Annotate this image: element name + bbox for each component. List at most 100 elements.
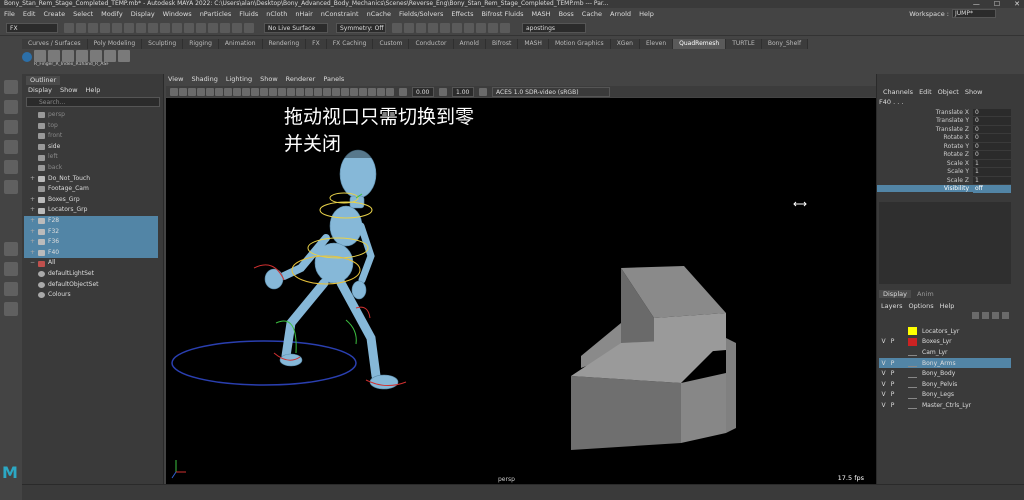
shelf-tab-custom[interactable]: Custom: [373, 39, 410, 49]
close-button[interactable]: ✕: [1014, 0, 1020, 8]
shelf-tab-motion-graphics[interactable]: Motion Graphics: [548, 39, 611, 49]
layer-color-swatch[interactable]: [908, 401, 917, 410]
layer-color-swatch[interactable]: [908, 391, 917, 399]
snap-point-icon[interactable]: [196, 23, 206, 33]
outliner-layout-icon[interactable]: [4, 282, 18, 296]
expand-toggle-icon[interactable]: +: [30, 195, 38, 206]
menu-modify[interactable]: Modify: [97, 10, 127, 18]
outliner-item[interactable]: defaultLightSet: [24, 269, 158, 280]
screen-space-ao-icon[interactable]: [323, 87, 331, 96]
shelf-button-icon[interactable]: [118, 50, 130, 62]
wireframe-icon[interactable]: [269, 87, 277, 96]
gamma-field[interactable]: 1.00: [452, 86, 474, 97]
outliner-item[interactable]: Colours: [24, 290, 158, 301]
shelf-tab-bifrost[interactable]: Bifrost: [485, 39, 519, 49]
ipr-icon[interactable]: [416, 23, 426, 33]
menu-windows[interactable]: Windows: [159, 10, 196, 18]
channel-value-field[interactable]: off: [973, 185, 1011, 193]
menu-mash[interactable]: MASH: [528, 10, 555, 18]
layer-color-swatch[interactable]: [908, 380, 917, 389]
use-all-lights-icon[interactable]: [305, 87, 313, 96]
select-tool-icon[interactable]: [4, 80, 18, 94]
viewport-menu-lighting[interactable]: Lighting: [226, 75, 252, 84]
shelf-tab-rigging[interactable]: Rigging: [183, 39, 219, 49]
outliner-tab[interactable]: Outliner: [26, 76, 61, 85]
channel-value-field[interactable]: 1: [973, 176, 1011, 184]
move-layer-down-icon[interactable]: [982, 312, 989, 319]
new-layer-icon[interactable]: [992, 312, 999, 319]
menu-ncloth[interactable]: nCloth: [262, 10, 291, 18]
channel-value-field[interactable]: 1: [973, 159, 1011, 167]
shelf-tab-conductor[interactable]: Conductor: [409, 39, 454, 49]
layer-row[interactable]: V P Bony_Legs: [879, 390, 1011, 401]
light-editor-icon[interactable]: [476, 23, 486, 33]
layer-row[interactable]: V P Bony_Body: [879, 368, 1011, 379]
shelf-button-icon[interactable]: [48, 50, 60, 62]
channel-box-menu-show[interactable]: Show: [965, 88, 983, 96]
expand-toggle-icon[interactable]: +: [30, 216, 38, 227]
layer-row[interactable]: V P Bony_Pelvis: [879, 379, 1011, 390]
expand-toggle-icon[interactable]: −: [30, 258, 38, 269]
menu-effects[interactable]: Effects: [447, 10, 477, 18]
outliner-item[interactable]: + Boxes_Grp: [24, 195, 158, 206]
four-view-icon[interactable]: [4, 262, 18, 276]
layer-visibility-toggle[interactable]: V: [879, 338, 888, 345]
outliner-item[interactable]: + Do_Not_Touch: [24, 174, 158, 185]
menu-display[interactable]: Display: [127, 10, 159, 18]
menu-nhair[interactable]: nHair: [291, 10, 316, 18]
layer-playback-toggle[interactable]: P: [888, 391, 897, 398]
menu-create[interactable]: Create: [39, 10, 69, 18]
menu-cache[interactable]: Cache: [578, 10, 606, 18]
layer-color-swatch[interactable]: [908, 370, 917, 378]
menu-bifrost-fluids[interactable]: Bifrost Fluids: [477, 10, 527, 18]
shelf-tab-bony-shelf[interactable]: Bony_Shelf: [761, 39, 809, 49]
hypershade-icon[interactable]: [440, 23, 450, 33]
resolution-gate-icon[interactable]: [224, 87, 232, 96]
smooth-shade-icon[interactable]: [278, 87, 286, 96]
menu-nparticles[interactable]: nParticles: [196, 10, 236, 18]
open-scene-icon[interactable]: [76, 23, 86, 33]
move-layer-up-icon[interactable]: [972, 312, 979, 319]
isolate-select-icon[interactable]: [359, 87, 367, 96]
channel-box-menu-object[interactable]: Object: [938, 88, 959, 96]
layer-playback-toggle[interactable]: P: [888, 370, 897, 377]
menu-arnold[interactable]: Arnold: [606, 10, 635, 18]
workspace-dropdown[interactable]: JUMP*: [952, 9, 996, 18]
select-hierarchy-icon[interactable]: [124, 23, 134, 33]
shelf-tab-xgen[interactable]: XGen: [610, 39, 640, 49]
time-slider[interactable]: [22, 484, 1024, 500]
outliner-item[interactable]: + F40: [24, 247, 158, 259]
shelf-tab-fx[interactable]: FX: [306, 39, 327, 49]
view-transform-dropdown[interactable]: ACES 1.0 SDR-video (sRGB): [492, 86, 610, 97]
outliner-menu-show[interactable]: Show: [60, 86, 78, 94]
scale-tool-icon[interactable]: [4, 180, 18, 194]
exposure-field[interactable]: 0.00: [412, 86, 434, 97]
channel-value-field[interactable]: 0: [973, 151, 1011, 159]
lasso-tool-icon[interactable]: [4, 100, 18, 114]
maximize-button[interactable]: ☐: [994, 0, 1000, 8]
layer-row[interactable]: Locators_Lyr: [879, 326, 1011, 337]
channel-translate-x[interactable]: Translate X 0: [877, 108, 1011, 117]
channel-value-field[interactable]: 1: [973, 168, 1011, 176]
new-layer-selected-icon[interactable]: [1002, 312, 1009, 319]
minimize-button[interactable]: —: [973, 0, 980, 8]
shelf-tab-curves-surfaces[interactable]: Curves / Surfaces: [22, 39, 88, 49]
paint-select-tool-icon[interactable]: [4, 120, 18, 134]
outliner-item[interactable]: front: [24, 131, 158, 142]
shelf-button-icon[interactable]: [62, 50, 74, 62]
viewport-menu-show[interactable]: Show: [260, 75, 278, 84]
grid-icon[interactable]: [206, 87, 214, 96]
viewport-menu-shading[interactable]: Shading: [191, 75, 217, 84]
search-field[interactable]: apostings: [522, 23, 586, 33]
outliner-item[interactable]: back: [24, 163, 158, 174]
outliner-item[interactable]: side: [24, 142, 158, 153]
layer-menu-options[interactable]: Options: [909, 302, 934, 310]
channel-value-field[interactable]: 0: [973, 142, 1011, 150]
bookmark-icon[interactable]: [188, 87, 196, 96]
layer-color-swatch[interactable]: [908, 327, 917, 336]
render-icon[interactable]: [244, 23, 254, 33]
channel-scale-x[interactable]: Scale X 1: [877, 159, 1011, 168]
outliner-item[interactable]: + F36: [24, 237, 158, 248]
layer-color-swatch[interactable]: [908, 348, 917, 357]
viewport-menu-view[interactable]: View: [168, 75, 183, 84]
